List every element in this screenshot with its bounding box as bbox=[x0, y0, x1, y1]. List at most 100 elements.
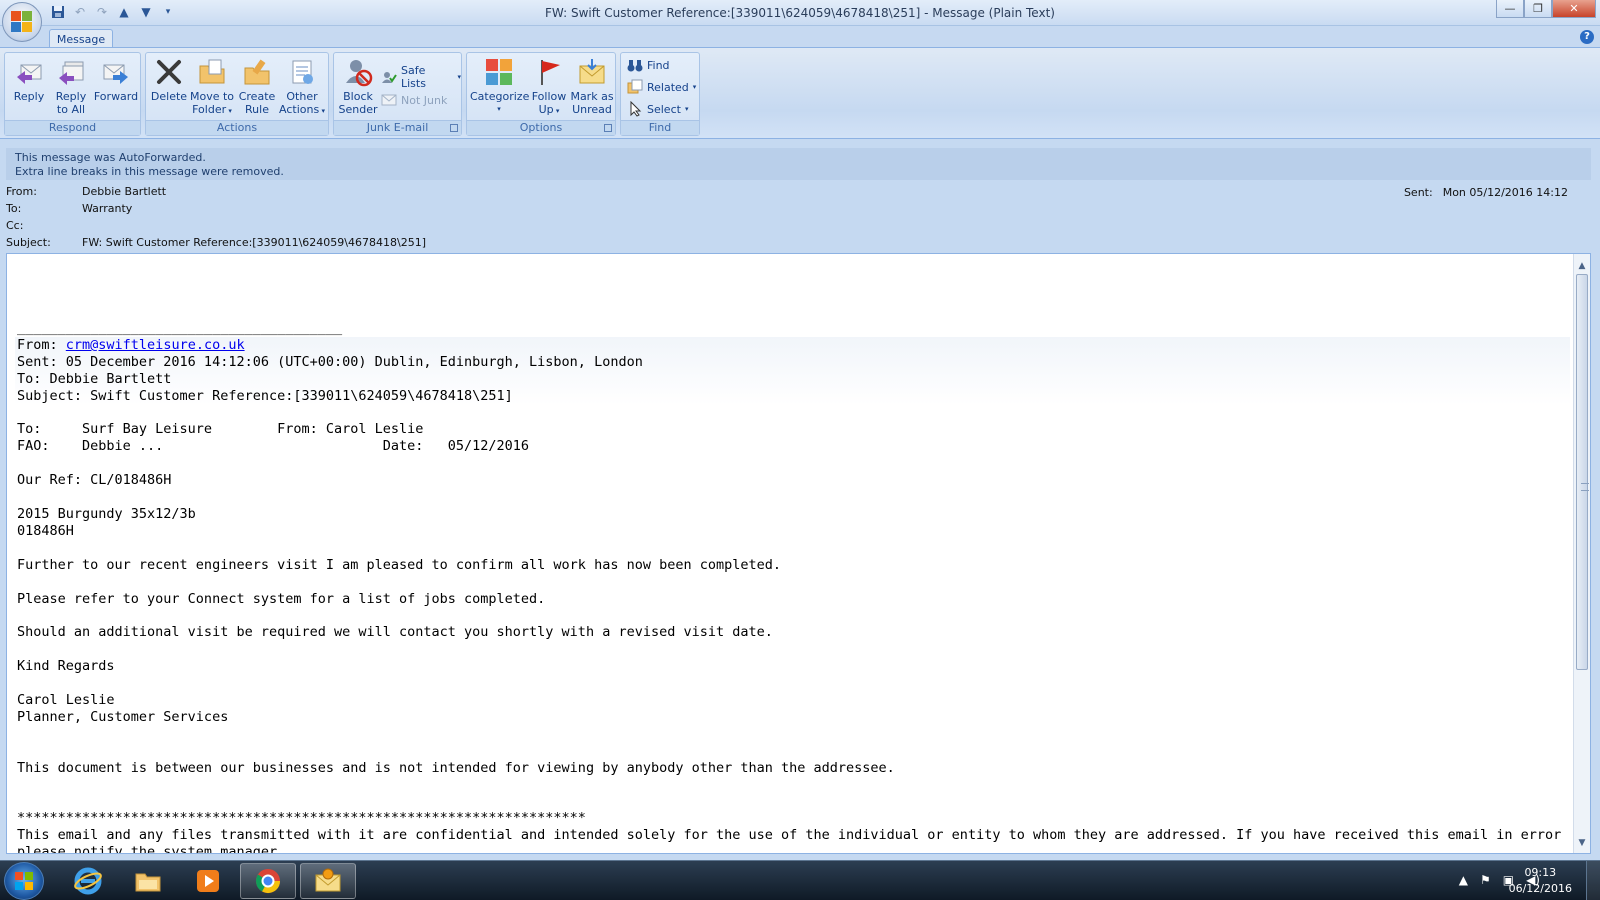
group-respond: Reply Reply to All Forward Respond bbox=[4, 52, 141, 136]
windows-logo-icon bbox=[15, 872, 33, 890]
fwd-subject-line: Subject: Swift Customer Reference:[33901… bbox=[17, 387, 513, 404]
reply-all-icon bbox=[55, 56, 87, 88]
info-bar[interactable]: This message was AutoForwarded. Extra li… bbox=[6, 148, 1591, 180]
disclaimer-line-2: please notify the system manager. bbox=[17, 844, 286, 854]
other-actions-icon bbox=[286, 56, 318, 88]
other-actions-button[interactable]: Other Actions ▾ bbox=[279, 56, 325, 118]
taskbar-media-player[interactable] bbox=[180, 863, 236, 899]
system-clock[interactable]: 09:13 06/12/2016 bbox=[1509, 865, 1572, 897]
reply-button[interactable]: Reply bbox=[9, 56, 49, 103]
block-sender-icon bbox=[342, 56, 374, 88]
safe-lists-icon bbox=[381, 69, 397, 85]
clock-date: 06/12/2016 bbox=[1508, 882, 1572, 895]
reply-all-button[interactable]: Reply to All bbox=[51, 56, 91, 116]
other-actions-label-1: Other bbox=[286, 90, 318, 103]
sender-email-link[interactable]: crm@swiftleisure.co.uk bbox=[66, 337, 245, 353]
related-button[interactable]: Related ▾ bbox=[627, 79, 696, 95]
not-junk-button[interactable]: Not Junk bbox=[381, 92, 447, 108]
binoculars-icon bbox=[627, 57, 643, 73]
clock-time: 09:13 bbox=[1524, 866, 1557, 879]
find-label: Find bbox=[647, 58, 670, 72]
info-line-breaks: Extra line breaks in this message were r… bbox=[15, 165, 284, 178]
start-button[interactable] bbox=[4, 862, 44, 900]
message-text: ________________________________________… bbox=[17, 320, 1561, 854]
taskbar-outlook[interactable] bbox=[300, 863, 356, 899]
minimize-button[interactable]: — bbox=[1496, 0, 1524, 18]
folder-icon bbox=[135, 873, 161, 892]
categorize-label: Categorize bbox=[470, 90, 530, 103]
group-options: Categorize ▾ Follow Up ▾ Mark as Unread … bbox=[466, 52, 616, 136]
sent-label: Sent: bbox=[1403, 186, 1433, 199]
paragraph-2: Please refer to your Connect system for … bbox=[17, 590, 546, 607]
scroll-up-icon[interactable]: ▲ bbox=[1574, 258, 1590, 274]
not-junk-label: Not Junk bbox=[401, 93, 448, 107]
reply-all-label-1: Reply bbox=[55, 90, 87, 103]
subject-value: FW: Swift Customer Reference:[339011\624… bbox=[82, 236, 426, 249]
fwd-sent-line: Sent: 05 December 2016 14:12:06 (UTC+00:… bbox=[17, 353, 643, 370]
maximize-button[interactable]: ❐ bbox=[1524, 0, 1552, 18]
grip-icon bbox=[1581, 483, 1589, 491]
header-cc-row: Cc: bbox=[6, 219, 82, 236]
regards-line: Kind Regards bbox=[17, 658, 115, 675]
follow-up-button[interactable]: Follow Up ▾ bbox=[529, 56, 569, 118]
from-value[interactable]: Debbie Bartlett bbox=[82, 185, 166, 202]
chevron-down-icon: ▾ bbox=[684, 105, 689, 113]
memo-fao-line: FAO: Debbie ... Date: 05/12/2016 bbox=[17, 438, 530, 455]
memo-to-line: To: Surf Bay Leisure From: Carol Leslie bbox=[17, 421, 424, 438]
categorize-icon bbox=[483, 56, 515, 88]
block-sender-button[interactable]: Block Sender bbox=[337, 56, 379, 116]
flag-icon bbox=[533, 56, 565, 88]
tab-message[interactable]: Message bbox=[49, 29, 113, 49]
create-rule-button[interactable]: Create Rule bbox=[236, 56, 278, 116]
dialog-launcher-icon[interactable] bbox=[450, 124, 458, 132]
safe-lists-button[interactable]: Safe Lists ▾ bbox=[381, 64, 461, 90]
mark-as-unread-label-2: Unread bbox=[572, 103, 612, 116]
office-button[interactable] bbox=[2, 2, 42, 42]
block-sender-label-1: Block bbox=[343, 90, 373, 103]
taskbar-chrome[interactable] bbox=[240, 863, 296, 899]
mark-as-unread-button[interactable]: Mark as Unread bbox=[570, 56, 614, 116]
internet-explorer-icon bbox=[74, 867, 102, 895]
group-options-label: Options bbox=[467, 120, 615, 135]
show-hidden-icons-icon[interactable]: ▲ bbox=[1459, 873, 1468, 887]
title-bar: ↶ ↷ ▲ ▼ ▾ FW: Swift Customer Reference:[… bbox=[0, 0, 1600, 26]
header-sent: Sent: Mon 05/12/2016 14:12 bbox=[1404, 186, 1568, 199]
dialog-launcher-icon[interactable] bbox=[604, 124, 612, 132]
show-desktop-button[interactable] bbox=[1586, 861, 1600, 900]
action-center-flag-icon[interactable]: ⚑ bbox=[1480, 873, 1491, 887]
fwd-from-line: From: crm@swiftleisure.co.uk bbox=[17, 336, 245, 353]
follow-up-label-1: Follow bbox=[531, 90, 567, 103]
group-respond-label: Respond bbox=[5, 120, 140, 135]
message-body[interactable]: ________________________________________… bbox=[6, 253, 1591, 854]
scroll-thumb[interactable] bbox=[1576, 274, 1589, 670]
cursor-icon bbox=[627, 101, 643, 117]
header-subject-row: Subject: FW: Swift Customer Reference:[3… bbox=[6, 236, 426, 253]
group-actions: Delete Move to Folder ▾ Create Rule Othe… bbox=[145, 52, 329, 136]
vertical-scrollbar[interactable]: ▲ ▼ bbox=[1573, 254, 1590, 853]
header-to-row: To: Warranty bbox=[6, 202, 132, 219]
taskbar-internet-explorer[interactable] bbox=[60, 863, 116, 899]
paragraph-3: Should an additional visit be required w… bbox=[17, 624, 773, 641]
create-rule-icon bbox=[241, 56, 273, 88]
mark-as-unread-label-1: Mark as bbox=[570, 90, 614, 103]
folder-icon bbox=[196, 56, 228, 88]
categorize-button[interactable]: Categorize ▾ bbox=[470, 56, 530, 116]
select-button[interactable]: Select ▾ bbox=[627, 101, 688, 117]
forward-button[interactable]: Forward bbox=[93, 56, 139, 103]
reply-icon bbox=[13, 56, 45, 88]
stars-line: ****************************************… bbox=[17, 810, 586, 827]
find-button[interactable]: Find bbox=[627, 57, 670, 73]
office-logo-icon bbox=[11, 11, 33, 33]
taskbar-file-explorer[interactable] bbox=[120, 863, 176, 899]
scroll-down-icon[interactable]: ▼ bbox=[1574, 835, 1590, 851]
delete-label: Delete bbox=[150, 90, 188, 103]
close-button[interactable]: ✕ bbox=[1552, 0, 1596, 18]
to-value[interactable]: Warranty bbox=[82, 202, 132, 219]
separator-line: ________________________________________ bbox=[17, 320, 343, 336]
group-actions-label: Actions bbox=[146, 120, 328, 135]
chrome-icon bbox=[256, 869, 280, 894]
move-to-folder-button[interactable]: Move to Folder ▾ bbox=[189, 56, 235, 118]
notice-line: This document is between our businesses … bbox=[17, 759, 895, 776]
help-icon[interactable]: ? bbox=[1580, 30, 1594, 44]
delete-button[interactable]: Delete bbox=[149, 56, 189, 103]
